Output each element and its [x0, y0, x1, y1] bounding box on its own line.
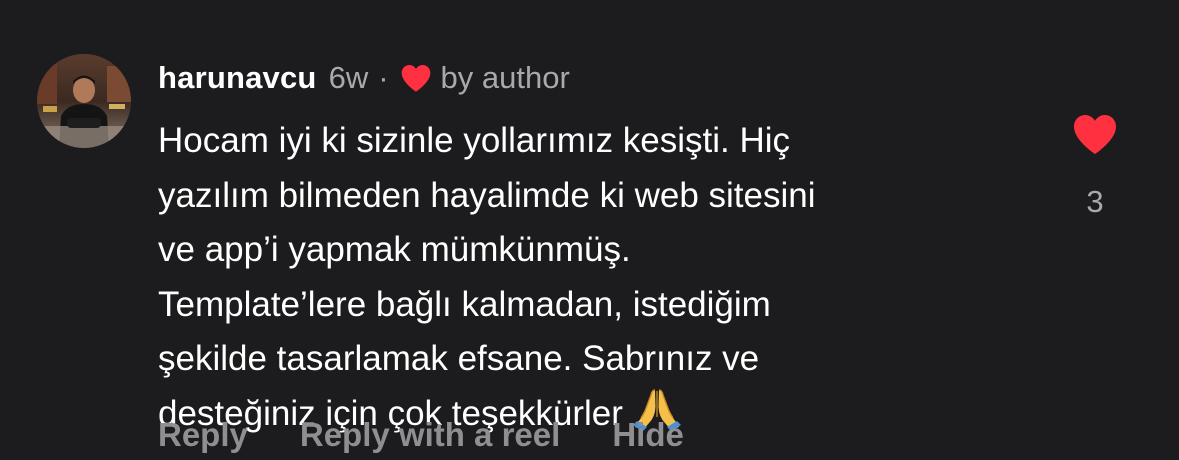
reply-with-reel-button[interactable]: Reply with a reel [300, 416, 560, 454]
by-author-label: by author [440, 60, 570, 95]
comment-text-line: Template’lere bağlı kalmadan, istediğim [158, 284, 771, 324]
avatar-photo [37, 54, 131, 148]
comment-text-line: şekilde tasarlamak efsane. Sabrınız ve [158, 339, 760, 378]
like-button[interactable] [1071, 112, 1119, 156]
avatar[interactable] [37, 54, 131, 148]
separator-dot: · [378, 60, 389, 95]
hide-button[interactable]: Hide [612, 416, 684, 454]
username[interactable]: harunavcu [158, 60, 317, 96]
like-count[interactable]: 3 [1071, 184, 1119, 220]
heart-icon [399, 63, 433, 93]
comment-text-line: yazılım bilmeden hayalimde ki web sitesi… [158, 175, 816, 215]
comment-header: harunavcu 6w · by author [158, 56, 570, 100]
comment: harunavcu 6w · by author Hocam iyi ki si… [0, 0, 1179, 460]
comment-time: 6w [328, 60, 369, 95]
comment-actions: Reply Reply with a reel Hide [158, 416, 684, 454]
comment-text-line: ve app’i yapmak mümkünmüş. [158, 230, 631, 269]
heart-icon [1074, 115, 1116, 154]
comment-text: Hocam iyi ki sizinle yollarımız kesişti.… [158, 114, 1038, 441]
comment-text-line: Hocam iyi ki sizinle yollarımız kesişti.… [158, 121, 791, 160]
reply-button[interactable]: Reply [158, 416, 248, 454]
